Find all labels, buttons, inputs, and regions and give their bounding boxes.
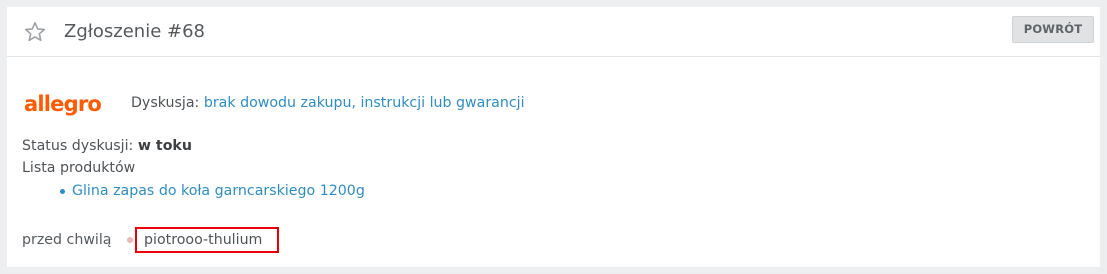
ticket-title: Zgłoszenie #68 [64, 21, 205, 42]
star-icon[interactable] [23, 20, 47, 44]
discussion-status: Status dyskusji: w toku [22, 136, 192, 156]
author-name: piotrooo-thulium [144, 232, 263, 248]
list-bullet [60, 189, 65, 194]
status-value: w toku [137, 138, 192, 154]
discussion-line: Dyskusja: brak dowodu zakupu, instrukcji… [131, 93, 525, 113]
discussion-topic-link[interactable]: brak dowodu zakupu, instrukcji lub gwara… [204, 95, 525, 111]
products-list-label: Lista produktów [22, 160, 136, 176]
timestamp: przed chwilą [22, 232, 112, 248]
product-link[interactable]: Glina zapas do koła garncarskiego 1200g [72, 181, 365, 201]
status-label: Status dyskusji: [22, 138, 134, 154]
allegro-logo: allegro [24, 92, 102, 116]
back-button[interactable]: POWRÓT [1012, 16, 1094, 43]
discussion-label: Dyskusja: [131, 95, 200, 111]
separator-dot [127, 237, 133, 243]
ticket-header: Zgłoszenie #68 POWRÓT [7, 7, 1100, 57]
ticket-card: Zgłoszenie #68 POWRÓT allegro Dyskusja: … [7, 7, 1100, 267]
